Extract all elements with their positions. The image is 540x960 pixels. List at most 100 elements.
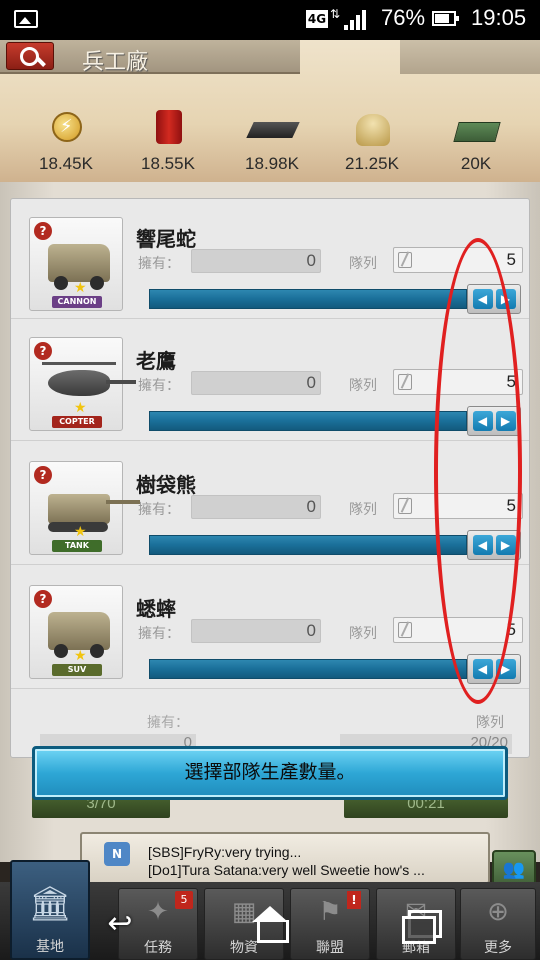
- news-icon[interactable]: N: [104, 842, 130, 866]
- queue-label: 隊列: [349, 502, 377, 518]
- data-activity-icon: ⇅: [330, 7, 341, 21]
- help-icon[interactable]: ?: [34, 590, 52, 608]
- chat-message: [SBS]FryRy:very trying...: [148, 844, 302, 860]
- home-icon[interactable]: [250, 906, 290, 943]
- title-right-panel: [400, 40, 540, 74]
- money-icon: [453, 122, 501, 142]
- slider-handle[interactable]: ◀ ▶: [467, 654, 521, 684]
- unit-panel: ? ★ CANNON 響尾蛇 擁有： 0 隊列 5 ◀ ▶ ? ★ COPTER…: [10, 198, 530, 758]
- owned-label: 擁有：: [138, 502, 180, 518]
- star-icon: ★: [74, 400, 87, 416]
- slider-handle[interactable]: ◀ ▶: [467, 530, 521, 560]
- help-icon[interactable]: ?: [34, 222, 52, 240]
- chat-box[interactable]: N [SBS]FryRy:very trying... [Do1]Tura Sa…: [80, 832, 490, 884]
- owned-value: 0: [191, 495, 321, 519]
- steel-icon: [246, 122, 300, 138]
- queue-value: 5: [506, 250, 516, 269]
- slider-handle[interactable]: ◀ ▶: [467, 406, 521, 436]
- energy-icon: [52, 112, 82, 142]
- queue-value: 5: [506, 496, 516, 515]
- queue-value: 5: [506, 372, 516, 391]
- cannon-vehicle-icon: [48, 244, 110, 290]
- nav-alliance[interactable]: ⚑ ! 聯盟: [290, 888, 370, 960]
- unit-thumbnail[interactable]: ? ★ SUV: [29, 585, 123, 679]
- queue-label: 隊列: [349, 378, 377, 394]
- nav-label: 聯盟: [316, 940, 344, 956]
- edit-icon: [398, 252, 412, 268]
- unit-type-badge: TANK: [52, 540, 102, 552]
- owned-label: 擁有：: [138, 256, 180, 272]
- back-icon[interactable]: ↩: [98, 904, 142, 944]
- queue-input[interactable]: 5: [393, 493, 523, 519]
- unit-type-badge: SUV: [52, 664, 102, 676]
- battery-icon: [432, 11, 459, 26]
- quantity-slider[interactable]: [149, 659, 467, 679]
- unit-row: ? ★ COPTER 老鷹 擁有： 0 隊列 5 ◀ ▶: [11, 321, 529, 441]
- edit-icon: [398, 622, 412, 638]
- queue-input[interactable]: 5: [393, 369, 523, 395]
- unit-thumbnail[interactable]: ? ★ TANK: [29, 461, 140, 555]
- copter-vehicle-icon: [42, 362, 136, 396]
- help-icon[interactable]: ?: [34, 466, 52, 484]
- resource-energy: 18.45K: [16, 110, 116, 174]
- resource-fuel: 18.55K: [118, 110, 218, 174]
- queue-value: 5: [506, 620, 516, 639]
- nav-more[interactable]: ⊕ 更多: [460, 888, 536, 960]
- queue-label: 隊列: [349, 626, 377, 642]
- owned-value: 0: [191, 371, 321, 395]
- queue-input[interactable]: 5: [393, 617, 523, 643]
- resource-amount: 21.25K: [345, 154, 399, 173]
- owned-value: 0: [191, 619, 321, 643]
- recent-apps-icon[interactable]: [402, 910, 442, 944]
- network-type: 4G: [306, 10, 328, 28]
- resource-amount: 18.98K: [245, 154, 299, 173]
- arrow-left-icon: ◀: [472, 659, 493, 679]
- sand-icon: [356, 114, 390, 146]
- quantity-slider[interactable]: [149, 411, 467, 431]
- suv-vehicle-icon: [48, 612, 110, 658]
- arrow-left-icon: ◀: [472, 411, 493, 431]
- arrow-right-icon: ▶: [495, 411, 516, 431]
- help-icon[interactable]: ?: [34, 342, 52, 360]
- unit-type-badge: CANNON: [52, 296, 102, 308]
- quantity-slider[interactable]: [149, 535, 467, 555]
- resource-money: 20K: [426, 110, 526, 174]
- tank-vehicle-icon: [48, 494, 140, 532]
- resource-bar: 18.45K 18.55K 18.98K 21.25K 20K: [0, 110, 540, 190]
- queue-input[interactable]: 5: [393, 247, 523, 273]
- fuel-icon: [156, 110, 182, 144]
- title-tab: 兵工廠: [0, 40, 300, 75]
- mission-count-badge: 5: [175, 891, 193, 909]
- nav-base[interactable]: 🏛 基地: [10, 860, 90, 960]
- search-button[interactable]: [6, 42, 54, 70]
- unit-row: ? ★ SUV 蟋蟀 擁有： 0 隊列 5 ◀ ▶: [11, 569, 529, 689]
- arrow-left-icon: ◀: [472, 289, 493, 309]
- star-icon: ★: [74, 524, 87, 540]
- star-icon: ★: [74, 280, 87, 296]
- unit-row: ? ★ TANK 樹袋熊 擁有： 0 隊列 5 ◀ ▶: [11, 445, 529, 565]
- unit-row: ? ★ CANNON 響尾蛇 擁有： 0 隊列 5 ◀ ▶: [11, 199, 529, 319]
- star-icon: ★: [74, 648, 87, 664]
- base-icon: 🏛: [28, 884, 72, 924]
- owned-value: 0: [191, 249, 321, 273]
- unit-name: 響尾蛇: [136, 227, 196, 251]
- unit-name: 老鷹: [136, 349, 176, 373]
- resource-amount: 18.55K: [141, 154, 195, 173]
- confirm-button[interactable]: 選擇部隊生產數量。: [32, 746, 508, 800]
- gallery-icon: [14, 10, 38, 28]
- slider-handle[interactable]: ◀ ▶: [467, 284, 521, 314]
- alert-icon: !: [347, 891, 361, 909]
- unit-name: 蟋蟀: [136, 597, 176, 621]
- clock: 19:05: [471, 5, 527, 30]
- signal-icon: [344, 10, 368, 30]
- unit-thumbnail[interactable]: ? ★ COPTER: [29, 337, 136, 431]
- owned-label: 擁有：: [138, 626, 180, 642]
- quantity-slider[interactable]: [149, 289, 467, 309]
- unit-thumbnail[interactable]: ? ★ CANNON: [29, 217, 123, 311]
- total-owned-label: 擁有：: [147, 715, 189, 731]
- nav-label: 更多: [484, 940, 512, 956]
- total-queue-label: 隊列: [476, 715, 504, 731]
- arrow-right-icon: ▶: [495, 659, 516, 679]
- arrow-right-icon: ▶: [495, 535, 516, 555]
- nav-label: 基地: [36, 939, 64, 955]
